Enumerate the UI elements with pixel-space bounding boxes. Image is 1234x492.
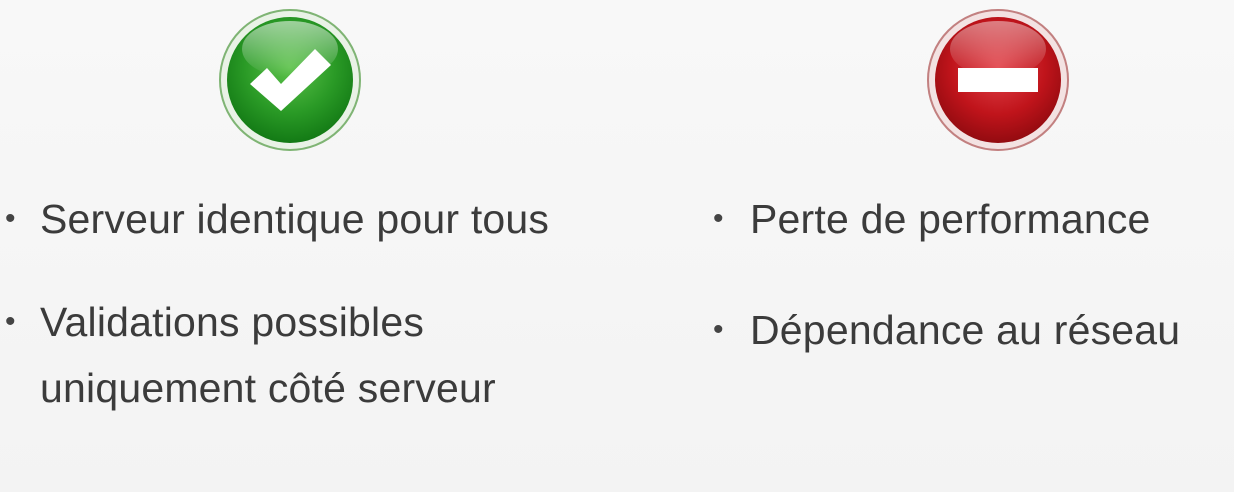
con-item-label: Dépendance au réseau <box>750 307 1181 353</box>
bullet-icon <box>713 204 731 234</box>
con-item: Perte de performance <box>708 186 1234 252</box>
pro-item: Validations possibles uniquement côté se… <box>0 289 600 421</box>
con-item-label: Perte de performance <box>750 196 1151 242</box>
pro-item-label: Serveur identique pour tous <box>40 196 550 242</box>
bullet-icon <box>5 307 23 337</box>
cons-list: Perte de performance Dépendance au résea… <box>708 186 1234 408</box>
pro-item: Serveur identique pour tous <box>0 186 600 252</box>
bullet-icon <box>5 204 23 234</box>
red-minus-icon <box>927 9 1069 151</box>
slide: Serveur identique pour tous Validations … <box>0 0 1234 492</box>
pro-item-label: Validations possibles uniquement côté se… <box>40 299 496 411</box>
pros-list: Serveur identique pour tous Validations … <box>0 186 600 460</box>
con-item: Dépendance au réseau <box>708 297 1234 363</box>
bullet-icon <box>713 315 731 345</box>
green-checkmark-icon <box>219 9 361 151</box>
